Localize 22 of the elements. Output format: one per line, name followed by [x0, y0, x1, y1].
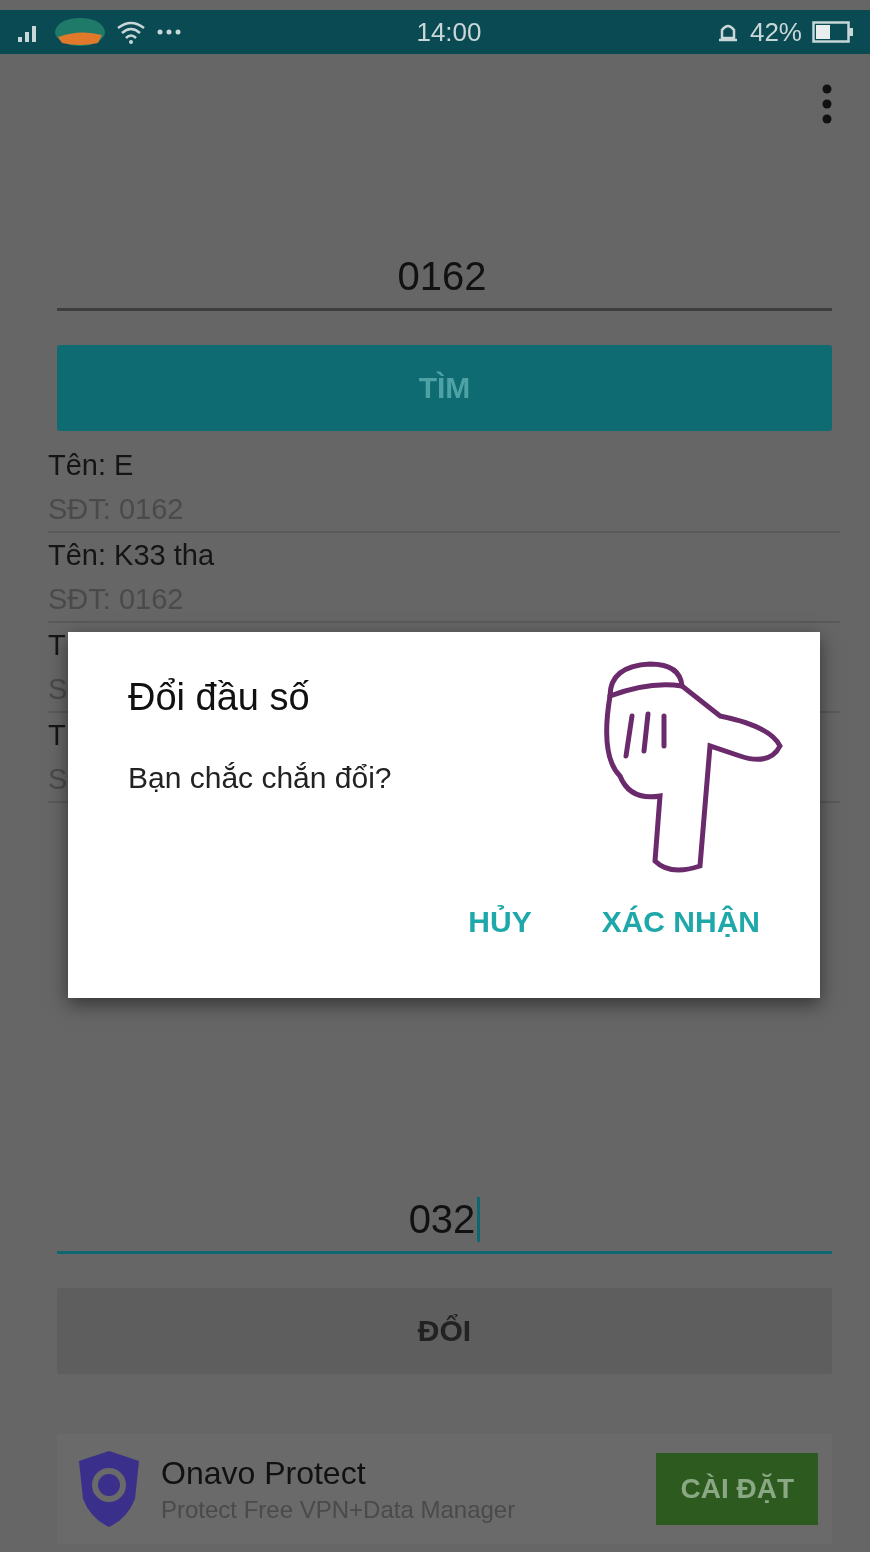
change-button[interactable]: ĐỔI — [57, 1288, 832, 1374]
clock-time: 14:00 — [415, 16, 483, 48]
cancel-button[interactable]: HỦY — [468, 905, 532, 939]
input-field[interactable]: 0162 — [57, 244, 832, 311]
contact-name: T — [48, 718, 66, 753]
ad-title: Onavo Protect — [161, 1454, 367, 1492]
contact-name: T — [48, 628, 66, 663]
input-field[interactable]: 032 — [57, 1187, 832, 1254]
menu-icon[interactable] — [822, 84, 832, 124]
shield-icon — [77, 1449, 141, 1529]
search-button[interactable]: TÌM — [57, 345, 832, 431]
battery-percent: 42% — [749, 16, 802, 48]
more-icon — [156, 28, 182, 36]
dialog-message: Bạn chắc chắn đổi? — [128, 761, 393, 795]
install-button[interactable]: CÀI ĐẶT — [656, 1453, 818, 1525]
carrier-logo-icon — [54, 17, 106, 47]
wifi-icon — [116, 20, 146, 44]
battery-icon — [812, 21, 854, 43]
contact-name: Tên: E — [48, 448, 134, 483]
confirm-button[interactable]: XÁC NHẬN — [601, 905, 760, 939]
dialog-title: Đổi đầu số — [128, 676, 311, 719]
contact-name: Tên: K33 tha — [48, 538, 215, 573]
